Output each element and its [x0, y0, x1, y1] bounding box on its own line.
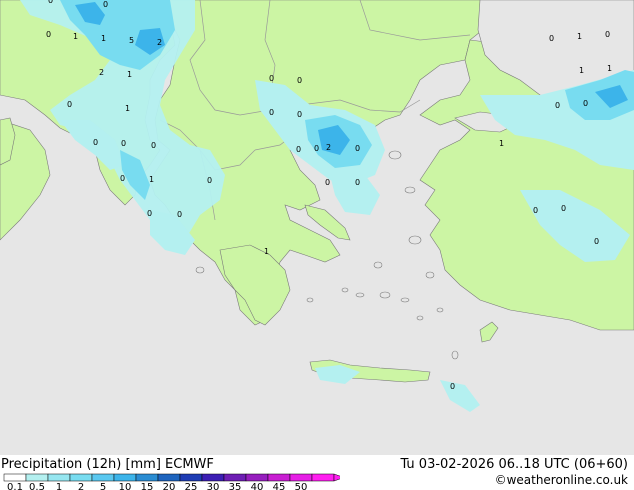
value-label: 0	[67, 100, 72, 109]
value-label: 0	[46, 30, 51, 39]
legend-swatch	[3, 473, 27, 482]
value-label: 1	[499, 139, 504, 148]
precipitation-map: 0 0 0 1 1 5 2 2 1 1 0 0 0 0 0 0 0 0 0 0 …	[0, 0, 634, 455]
legend-swatch	[311, 473, 335, 482]
legend-swatch	[289, 473, 313, 482]
legend-swatch	[223, 473, 247, 482]
title-right: Tu 03-02-2026 06..18 UTC (06+60)	[400, 457, 628, 472]
value-label: 1	[73, 32, 78, 41]
legend-tick-label: 5	[100, 482, 106, 490]
legend-tick-label: 2	[78, 482, 84, 490]
value-label: 0	[48, 0, 53, 5]
value-label: 0	[297, 76, 302, 85]
credit[interactable]: ©weatheronline.co.uk	[495, 473, 628, 487]
value-label: 1	[127, 70, 132, 79]
legend-swatch	[47, 473, 71, 482]
value-label: 0	[207, 176, 212, 185]
value-label: 0	[355, 144, 360, 153]
value-label: 0	[93, 138, 98, 147]
legend-swatch	[179, 473, 203, 482]
legend-tick-label: 20	[163, 482, 176, 490]
legend-tick-label: 40	[251, 482, 264, 490]
legend-tick-label: 15	[141, 482, 154, 490]
value-label: 0	[549, 34, 554, 43]
value-label: 0	[120, 174, 125, 183]
legend-swatch	[91, 473, 115, 482]
value-label: 0	[605, 30, 610, 39]
legend-tick-label: 30	[207, 482, 220, 490]
value-label: 0	[533, 206, 538, 215]
value-label: 1	[579, 66, 584, 75]
legend-arrow	[333, 473, 340, 482]
value-label: 0	[151, 141, 156, 150]
value-label: 2	[326, 143, 331, 152]
value-label: 1	[101, 34, 106, 43]
value-label: 0	[121, 139, 126, 148]
legend-tick-label: 25	[185, 482, 198, 490]
legend-swatch	[157, 473, 181, 482]
value-label: 1	[607, 64, 612, 73]
value-label: 0	[355, 178, 360, 187]
legend-swatch	[267, 473, 291, 482]
footer: Precipitation (12h) [mm] ECMWF Tu 03-02-…	[0, 455, 634, 490]
value-label: 0	[583, 99, 588, 108]
legend-tick-label: 35	[229, 482, 242, 490]
value-label: 0	[561, 204, 566, 213]
title-left: Precipitation (12h) [mm] ECMWF	[1, 457, 214, 472]
value-label: 0	[450, 382, 455, 391]
legend-swatch	[69, 473, 93, 482]
legend-swatch	[201, 473, 225, 482]
value-label: 1	[149, 175, 154, 184]
legend-swatch	[25, 473, 49, 482]
legend-swatch	[113, 473, 137, 482]
value-label: 0	[325, 178, 330, 187]
legend-tick-label: 0.5	[29, 482, 45, 490]
value-label: 0	[297, 110, 302, 119]
legend-tick-label: 10	[119, 482, 132, 490]
value-label: 1	[264, 247, 269, 256]
value-label: 0	[314, 144, 319, 153]
legend-swatch	[135, 473, 159, 482]
value-label: 0	[147, 209, 152, 218]
value-label: 0	[103, 0, 108, 9]
value-label: 0	[269, 108, 274, 117]
legend-tick-label: 50	[295, 482, 308, 490]
value-label: 1	[125, 104, 130, 113]
value-label: 5	[129, 36, 134, 45]
legend-swatch	[245, 473, 269, 482]
value-label: 0	[269, 74, 274, 83]
value-label: 0	[177, 210, 182, 219]
value-label: 2	[157, 38, 162, 47]
legend: 0.1 0.5 1 2 5 10 15 20 25 30 35 40 45 50	[3, 473, 340, 490]
legend-tick-label: 1	[56, 482, 62, 490]
value-label: 0	[594, 237, 599, 246]
legend-tick-label: 45	[273, 482, 286, 490]
value-label: 0	[296, 145, 301, 154]
value-label: 2	[99, 68, 104, 77]
value-label: 1	[577, 32, 582, 41]
value-label: 0	[555, 101, 560, 110]
legend-tick-label: 0.1	[7, 482, 23, 490]
